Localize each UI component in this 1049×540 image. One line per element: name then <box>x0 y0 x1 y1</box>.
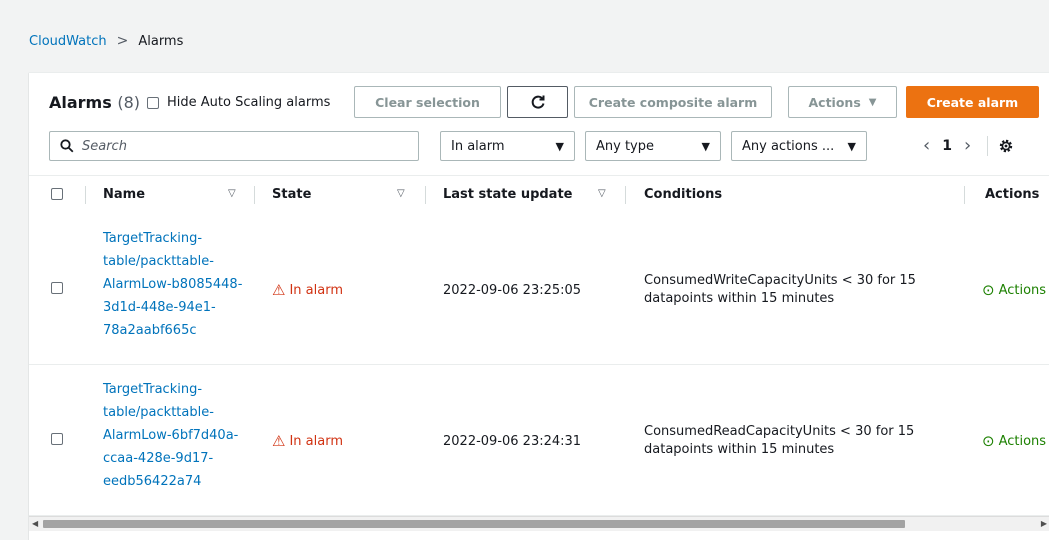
column-header-name[interactable]: Name <box>103 187 145 202</box>
alarm-actions-status: ⊙ Actions <box>982 281 1046 299</box>
warning-icon: ⚠ <box>272 432 286 450</box>
table-header: Name ▽ State ▽ Last state update ▽ Condi… <box>29 175 1049 215</box>
column-divider <box>254 186 255 204</box>
settings-gear-icon[interactable] <box>998 138 1014 154</box>
column-header-conditions: Conditions <box>644 187 723 202</box>
caret-down-icon: ▼ <box>868 96 877 108</box>
alarm-state-text: In alarm <box>289 433 343 449</box>
breadcrumb-cloudwatch-link[interactable]: CloudWatch <box>29 34 107 49</box>
state-filter-value: In alarm <box>451 138 505 154</box>
column-divider <box>85 186 86 204</box>
type-filter-value: Any type <box>596 138 654 154</box>
alarm-count: (8) <box>117 93 140 112</box>
actions-filter-select[interactable]: Any actions ... ▼ <box>731 131 867 161</box>
check-circle-icon: ⊙ <box>982 281 995 299</box>
alarm-state: ⚠ In alarm <box>272 281 343 299</box>
alarm-state-text: In alarm <box>289 282 343 298</box>
caret-down-icon: ▼ <box>555 139 564 153</box>
sort-icon[interactable]: ▽ <box>598 188 606 199</box>
last-state-update: 2022-09-06 23:25:05 <box>443 283 582 298</box>
scroll-left-icon[interactable]: ◀ <box>32 517 38 531</box>
warning-icon: ⚠ <box>272 281 286 299</box>
last-state-update: 2022-09-06 23:24:31 <box>443 434 582 449</box>
scroll-right-icon[interactable]: ▶ <box>1041 517 1047 531</box>
previous-page-icon[interactable]: ‹ <box>917 135 936 156</box>
table-row: TargetTracking-table/packttable-AlarmLow… <box>29 214 1049 365</box>
alarm-name-link[interactable]: TargetTracking-table/packttable-AlarmLow… <box>103 378 243 493</box>
alarms-panel: Alarms (8) Hide Auto Scaling alarms Clea… <box>29 72 1049 540</box>
actions-filter-value: Any actions ... <box>742 138 835 154</box>
alarm-actions-text: Actions <box>998 433 1047 449</box>
select-all-checkbox[interactable] <box>51 188 63 200</box>
column-header-state[interactable]: State <box>272 187 311 202</box>
alarm-actions-status: ⊙ Actions <box>982 432 1046 450</box>
state-filter-select[interactable]: In alarm ▼ <box>440 131 575 161</box>
alarm-name-link[interactable]: TargetTracking-table/packttable-AlarmLow… <box>103 227 243 342</box>
refresh-button[interactable] <box>507 86 568 118</box>
check-circle-icon: ⊙ <box>982 432 995 450</box>
search-input[interactable]: Search <box>49 131 419 161</box>
current-page-number[interactable]: 1 <box>936 138 958 154</box>
hide-autoscaling-checkbox[interactable] <box>147 96 159 109</box>
scrollbar-thumb[interactable] <box>43 520 905 528</box>
breadcrumb: CloudWatch > Alarms <box>29 33 183 49</box>
search-icon <box>60 139 74 153</box>
type-filter-select[interactable]: Any type ▼ <box>585 131 721 161</box>
pager-divider <box>987 135 989 156</box>
alarm-conditions: ConsumedReadCapacityUnits < 30 for 15 da… <box>644 424 915 457</box>
breadcrumb-separator: > <box>116 33 129 49</box>
next-page-icon[interactable]: › <box>958 135 977 156</box>
alarm-conditions: ConsumedWriteCapacityUnits < 30 for 15 d… <box>644 273 916 306</box>
column-divider <box>625 186 626 204</box>
hide-autoscaling-label: Hide Auto Scaling alarms <box>167 95 331 110</box>
pagination: ‹ 1 › <box>917 135 1014 156</box>
search-placeholder: Search <box>82 138 127 154</box>
column-header-actions: Actions <box>985 187 1040 202</box>
create-composite-alarm-button[interactable]: Create composite alarm <box>574 86 772 118</box>
alarm-actions-text: Actions <box>998 282 1047 298</box>
panel-title: Alarms (8) <box>49 93 140 112</box>
create-alarm-button[interactable]: Create alarm <box>906 86 1039 118</box>
actions-dropdown-button[interactable]: Actions ▼ <box>788 86 897 118</box>
sort-icon[interactable]: ▽ <box>228 188 236 199</box>
refresh-icon <box>531 95 544 109</box>
horizontal-scrollbar[interactable]: ◀ ▶ <box>29 516 1049 531</box>
sort-icon[interactable]: ▽ <box>397 188 405 199</box>
actions-dropdown-label: Actions <box>808 94 861 110</box>
column-header-last-state-update[interactable]: Last state update <box>443 187 573 202</box>
column-divider <box>425 186 426 204</box>
column-divider <box>964 186 965 204</box>
alarm-state: ⚠ In alarm <box>272 432 343 450</box>
caret-down-icon: ▼ <box>847 139 856 153</box>
row-checkbox[interactable] <box>51 433 63 445</box>
breadcrumb-current: Alarms <box>138 33 184 49</box>
clear-selection-button[interactable]: Clear selection <box>354 86 501 118</box>
row-checkbox[interactable] <box>51 282 63 294</box>
panel-title-text: Alarms <box>49 93 112 112</box>
table-row: TargetTracking-table/packttable-AlarmLow… <box>29 365 1049 516</box>
caret-down-icon: ▼ <box>701 139 710 153</box>
hide-autoscaling-toggle[interactable]: Hide Auto Scaling alarms <box>147 95 330 110</box>
